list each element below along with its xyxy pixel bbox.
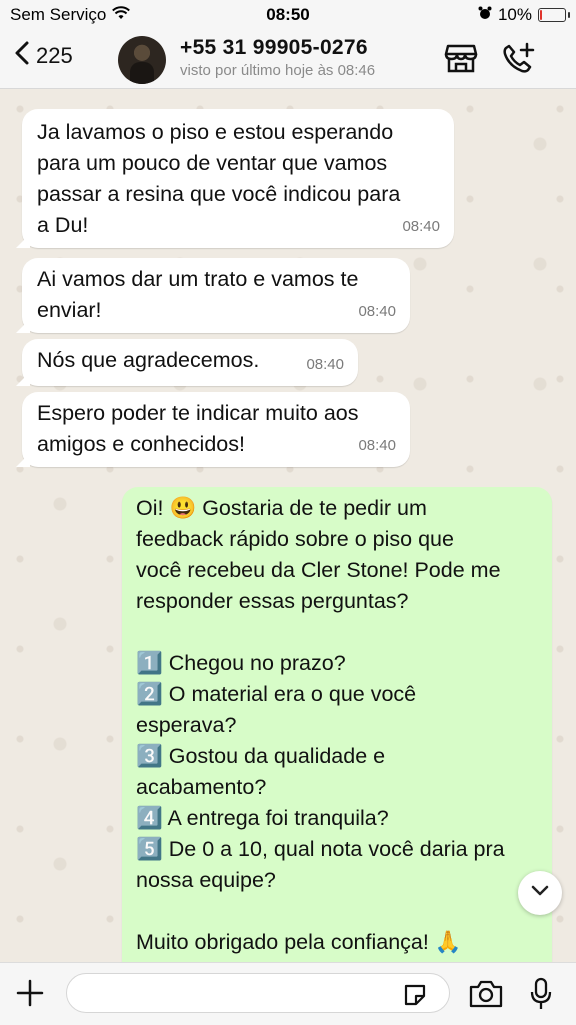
battery-percent: 10% [497,5,532,24]
store-icon[interactable] [444,42,478,79]
message-text: Ai vamos dar um trato e vamos te enviar! [37,267,359,322]
contact-info[interactable]: +55 31 99905-0276 visto por último hoje … [180,36,375,79]
input-bar [0,962,576,1025]
message-time: 08:40 [358,303,396,320]
message-text: Ja lavamos o piso e estou esperando para… [37,120,401,237]
chevron-left-icon [14,40,30,71]
battery-icon [538,8,570,22]
camera-icon[interactable] [468,979,504,1014]
message-bubble-outgoing[interactable]: Oi! 😃 Gostaria de te pedir um feedback r… [122,487,552,962]
chevron-down-icon [530,884,550,902]
message-bubble[interactable]: Ai vamos dar um trato e vamos te enviar!… [22,258,410,333]
contact-name: +55 31 99905-0276 [180,36,368,59]
microphone-icon[interactable] [530,977,552,1016]
battery-level [540,10,542,20]
add-call-icon[interactable] [500,42,536,81]
last-seen: visto por último hoje às 08:46 [180,62,376,79]
chat-area[interactable]: Ja lavamos o piso e estou esperando para… [0,89,576,962]
message-input[interactable] [66,973,450,1013]
message-text: Nós que agradecemos. [37,348,260,372]
unread-count: 225 [36,42,73,68]
alarm-icon [478,5,492,25]
message-bubble[interactable]: Ja lavamos o piso e estou esperando para… [22,109,454,248]
back-button[interactable]: 225 [14,40,73,71]
message-bubble[interactable]: Espero poder te indicar muito aos amigos… [22,392,410,467]
message-time: 08:40 [402,218,440,235]
chat-header: 225 +55 31 99905-0276 visto por último h… [0,30,576,89]
message-time: 08:40 [358,437,396,454]
sticker-icon[interactable] [402,982,428,1013]
status-right: 10% [478,5,570,25]
scroll-to-bottom-button[interactable] [518,871,562,915]
message-text: Oi! 😃 Gostaria de te pedir um feedback r… [136,496,505,954]
message-time: 08:40 [306,356,344,373]
message-text: Espero poder te indicar muito aos amigos… [37,401,359,456]
status-bar: Sem Serviço 08:50 10% [0,0,576,30]
plus-icon[interactable] [14,977,46,1014]
message-bubble[interactable]: Nós que agradecemos. 08:40 [22,339,358,386]
avatar[interactable] [118,36,166,84]
